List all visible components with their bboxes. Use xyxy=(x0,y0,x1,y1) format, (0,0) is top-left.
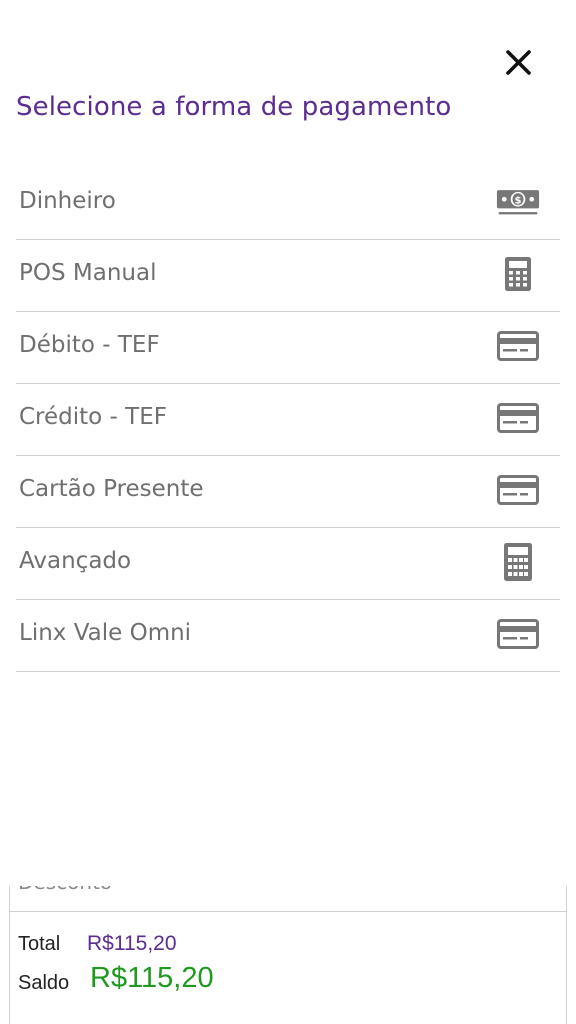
dialog-title: Selecione a forma de pagamento xyxy=(16,92,452,122)
payment-method-label: Cartão Presente xyxy=(19,476,204,502)
svg-text:$: $ xyxy=(514,195,521,206)
total-value: R$115,20 xyxy=(87,932,177,955)
credit-card-icon xyxy=(496,614,540,654)
summary-divider xyxy=(10,911,566,912)
payment-method-cartao-presente[interactable]: Cartão Presente xyxy=(16,456,560,528)
close-button[interactable] xyxy=(498,42,540,84)
calculator-icon xyxy=(496,254,540,294)
payment-method-linx-vale-omni[interactable]: Linx Vale Omni xyxy=(16,600,560,672)
saldo-label: Saldo xyxy=(18,972,70,994)
cash-icon: $ xyxy=(496,182,540,222)
payment-method-avancado[interactable]: Avançado xyxy=(16,528,560,600)
payment-method-list: Dinheiro $ POS Manual Débito - TEF Crédi… xyxy=(16,168,560,672)
payment-method-label: Crédito - TEF xyxy=(19,404,167,430)
payment-method-label: POS Manual xyxy=(19,260,157,286)
discount-label: Desconto xyxy=(18,886,112,894)
payment-method-debito-tef[interactable]: Débito - TEF xyxy=(16,312,560,384)
total-label: Total xyxy=(18,933,61,955)
payment-method-dialog: Selecione a forma de pagamento Dinheiro … xyxy=(0,0,576,1024)
order-summary: Desconto Total R$115,20 Saldo R$115,20 xyxy=(9,886,567,1024)
payment-method-label: Débito - TEF xyxy=(19,332,160,358)
credit-card-icon xyxy=(496,398,540,438)
payment-method-credito-tef[interactable]: Crédito - TEF xyxy=(16,384,560,456)
payment-method-label: Dinheiro xyxy=(19,188,116,214)
saldo-value: R$115,20 xyxy=(90,962,214,994)
payment-method-pos-manual[interactable]: POS Manual xyxy=(16,240,560,312)
calculator-icon xyxy=(496,542,540,582)
close-icon xyxy=(506,50,531,75)
payment-method-dinheiro[interactable]: Dinheiro $ xyxy=(16,168,560,240)
credit-card-icon xyxy=(496,470,540,510)
payment-method-label: Avançado xyxy=(19,548,132,574)
credit-card-icon xyxy=(496,326,540,366)
payment-method-label: Linx Vale Omni xyxy=(19,620,192,646)
